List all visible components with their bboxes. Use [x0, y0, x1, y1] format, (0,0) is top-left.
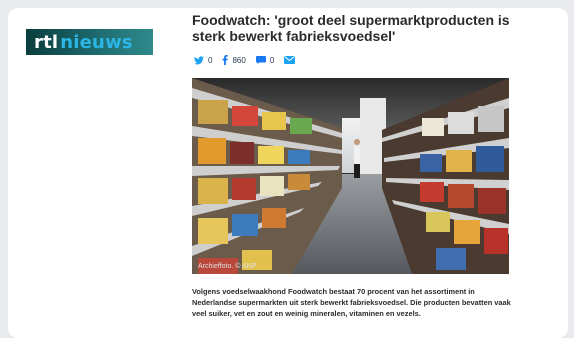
facebook-count: 860 [232, 55, 246, 65]
comments-count: 0 [269, 55, 275, 65]
image-caption: Archieffoto. © ANP [198, 263, 257, 270]
article-intro: Volgens voedselwaakhond Foodwatch bestaa… [192, 287, 511, 318]
twitter-count: 0 [208, 55, 213, 65]
share-bar: 0 860 0 [194, 54, 296, 66]
logo-nieuws-text: nieuws [60, 31, 133, 53]
mail-icon[interactable] [284, 56, 296, 64]
article-headline: Foodwatch: 'groot deel supermarktproduct… [192, 12, 510, 44]
twitter-icon[interactable] [194, 55, 204, 65]
comment-icon[interactable] [255, 56, 266, 64]
rtl-nieuws-logo[interactable]: rtl nieuws [26, 29, 153, 55]
facebook-icon[interactable] [222, 55, 229, 65]
logo-rtl-text: rtl [34, 31, 59, 53]
article-photo[interactable]: Archieffoto. © ANP [192, 78, 509, 274]
supermarket-aisle-image [192, 78, 509, 274]
